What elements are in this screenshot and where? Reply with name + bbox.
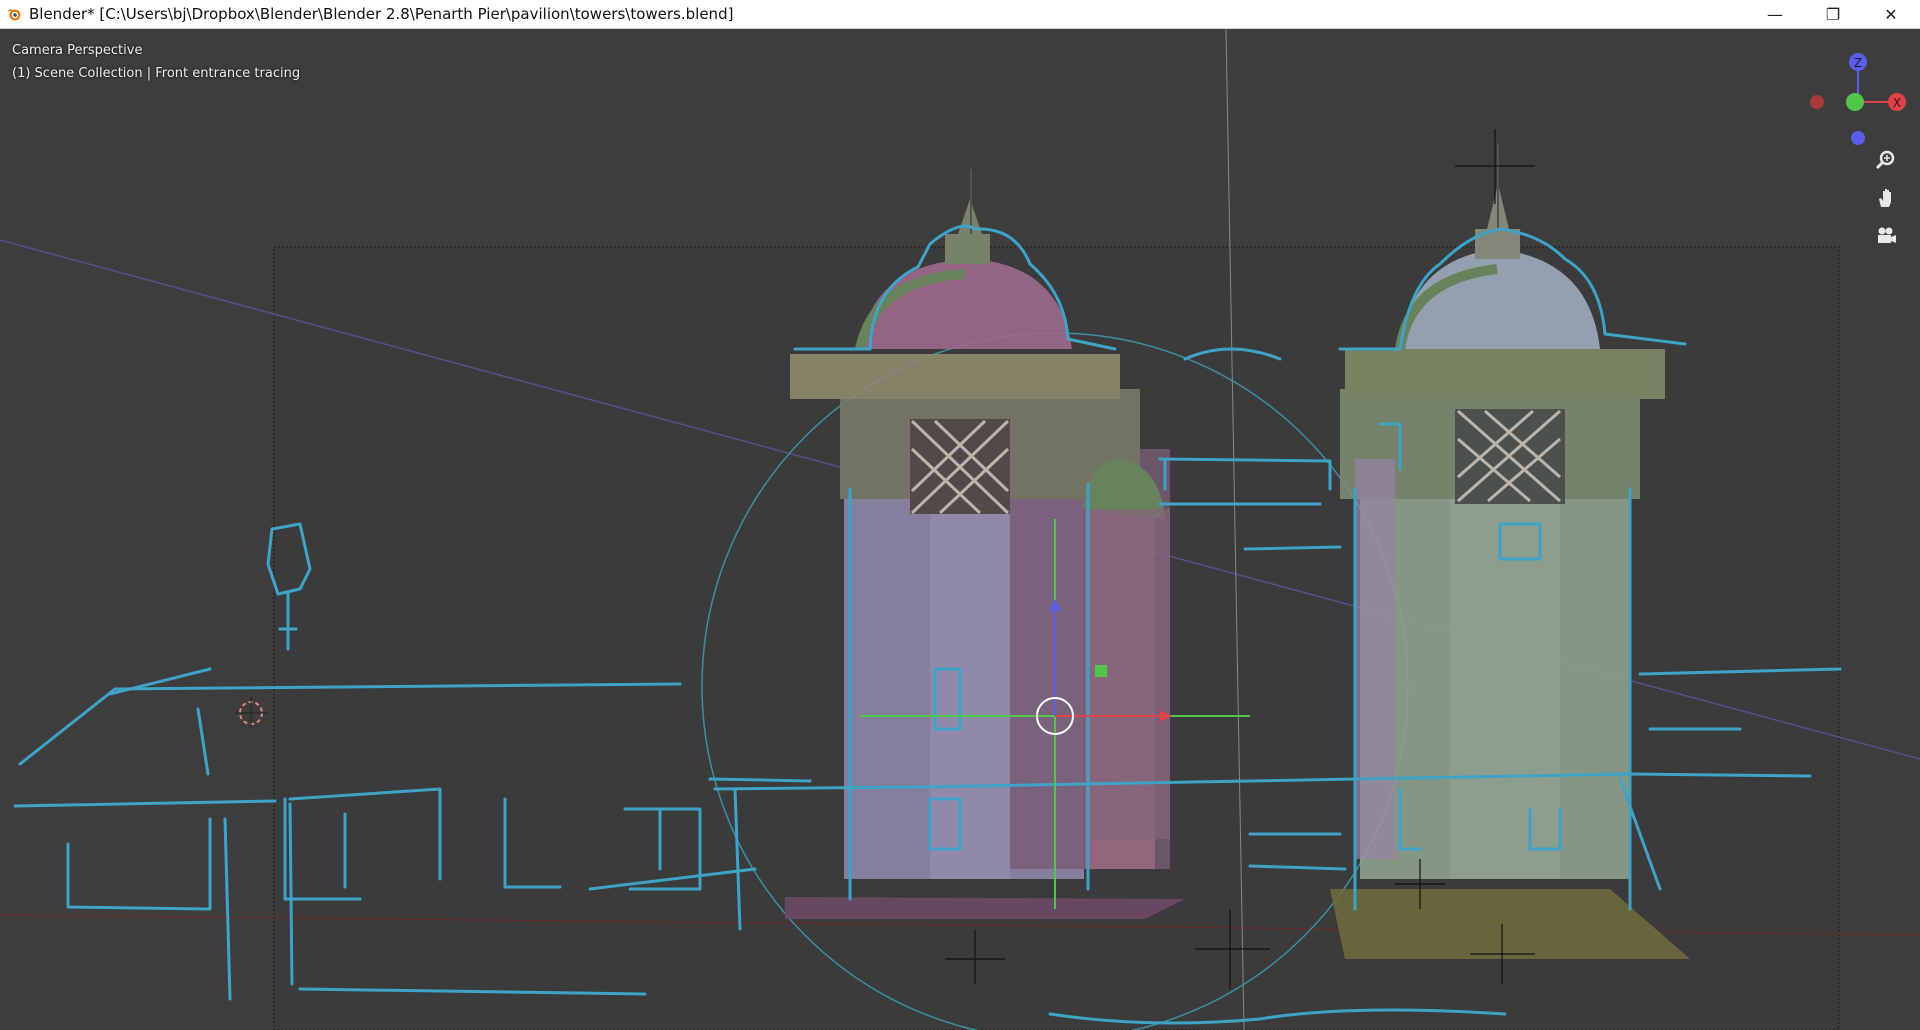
window-title: Blender* [C:\Users\bj\Dropbox\Blender\Bl… xyxy=(29,5,734,23)
pan-hand-icon[interactable] xyxy=(1872,184,1900,212)
view-name-label: Camera Perspective xyxy=(12,43,143,58)
blender-logo-icon xyxy=(7,9,21,21)
window-controls: — ❐ ✕ xyxy=(1746,0,1920,29)
close-button[interactable]: ✕ xyxy=(1862,0,1920,29)
window-titlebar: Blender* [C:\Users\bj\Dropbox\Blender\Bl… xyxy=(0,0,1920,29)
navigation-gizmo[interactable]: Z X xyxy=(1795,39,1915,149)
collection-info-label: (1) Scene Collection | Front entrance tr… xyxy=(12,66,301,81)
zoom-icon[interactable] xyxy=(1872,146,1900,174)
viewport-scene xyxy=(0,29,1920,1030)
3d-cursor xyxy=(235,697,267,729)
maximize-button[interactable]: ❐ xyxy=(1804,0,1862,29)
gizmo-y-handle xyxy=(1846,93,1864,111)
gizmo-z-label: Z xyxy=(1854,56,1862,70)
camera-view-icon[interactable] xyxy=(1872,222,1900,250)
minimize-button[interactable]: — xyxy=(1746,0,1804,29)
gizmo-neg-z-handle xyxy=(1851,131,1865,145)
3d-viewport[interactable]: Camera Perspective (1) Scene Collection … xyxy=(0,29,1920,1030)
gizmo-neg-x-handle xyxy=(1810,95,1824,109)
gizmo-x-label: X xyxy=(1893,96,1901,110)
